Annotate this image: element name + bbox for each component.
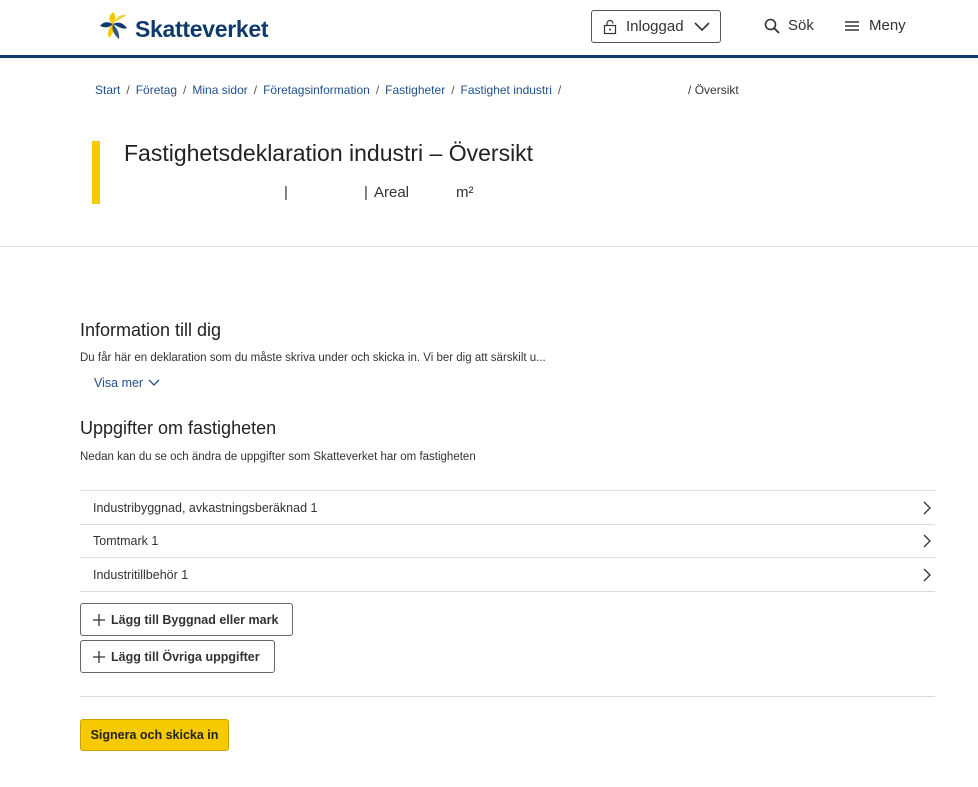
menu-button[interactable]: Meny [845, 17, 906, 34]
list-item-label: Industritillbehör 1 [93, 567, 189, 582]
subtitle-separator: | [364, 184, 368, 201]
breadcrumb: Start / Företag / Mina sidor / Företagsi… [95, 83, 739, 97]
breadcrumb-separator: / [375, 83, 380, 97]
add-building-label: Lägg till Byggnad eller mark [111, 612, 279, 627]
subtitle-areal-label: Areal [374, 184, 410, 201]
site-header: Skatteverket Inloggad Sök Meny [0, 0, 978, 58]
breadcrumb-current-wrap: / Översikt [688, 83, 739, 97]
page-title: Fastighetsdeklaration industri – Översik… [124, 140, 534, 166]
menu-label: Meny [869, 17, 906, 34]
breadcrumb-separator: / [451, 83, 455, 97]
search-label: Sök [788, 17, 814, 34]
breadcrumb-separator: / [183, 83, 187, 97]
chevron-down-icon [694, 21, 710, 31]
hamburger-menu-icon [845, 20, 859, 31]
sign-and-submit-button[interactable]: Signera och skicka in [80, 719, 229, 751]
list-item[interactable]: Tomtmark 1 [80, 525, 935, 558]
search-button[interactable]: Sök [764, 17, 814, 34]
breadcrumb-separator: / [126, 83, 130, 97]
breadcrumb-current: Översikt [694, 83, 739, 97]
property-heading: Uppgifter om fastigheten [80, 418, 277, 438]
breadcrumb-fastighet-industri[interactable]: Fastighet industri [461, 83, 552, 97]
skatteverket-logo[interactable]: Skatteverket [95, 8, 269, 44]
chevron-right-icon [923, 568, 931, 581]
breadcrumb-foretag[interactable]: Företag [136, 83, 177, 97]
breadcrumb-separator: / [688, 83, 692, 97]
logged-in-menu-button[interactable]: Inloggad [591, 10, 721, 43]
list-item-label: Industribyggnad, avkastningsberäknad 1 [93, 500, 318, 515]
breadcrumb-foretagsinformation[interactable]: Företagsinformation [263, 83, 370, 97]
chevron-down-icon [148, 379, 160, 386]
property-list: Industribyggnad, avkastningsberäknad 1 T… [80, 490, 935, 592]
actions-divider [80, 696, 935, 697]
add-building-or-land-button[interactable]: Lägg till Byggnad eller mark [80, 603, 294, 636]
show-more-label: Visa mer [94, 376, 144, 390]
breadcrumb-start[interactable]: Start [95, 83, 120, 97]
chevron-right-icon [923, 534, 931, 548]
user-lock-icon [603, 19, 617, 34]
breadcrumb-fastigheter[interactable]: Fastigheter [385, 83, 445, 97]
add-other-label: Lägg till Övriga uppgifter [111, 649, 260, 664]
title-accent-bar [92, 141, 100, 204]
subtitle-separator: | [284, 184, 288, 201]
list-item[interactable]: Industribyggnad, avkastningsberäknad 1 [80, 491, 935, 525]
add-other-info-button[interactable]: Lägg till Övriga uppgifter [80, 640, 275, 673]
list-item-label: Tomtmark 1 [93, 534, 159, 548]
breadcrumb-mina-sidor[interactable]: Mina sidor [192, 83, 247, 97]
header-divider [0, 246, 978, 247]
skatteverket-logo-icon [100, 12, 127, 39]
show-more-link[interactable]: Visa mer [94, 376, 160, 390]
plus-icon [93, 613, 105, 626]
info-text: Du får här en deklaration som du måste s… [80, 352, 546, 364]
chevron-right-icon [923, 501, 931, 514]
plus-icon [93, 650, 105, 663]
list-item[interactable]: Industritillbehör 1 [80, 558, 935, 592]
subtitle-area-unit: m² [456, 184, 474, 201]
logged-in-label: Inloggad [626, 18, 684, 35]
search-icon [764, 18, 780, 34]
info-heading: Information till dig [80, 320, 222, 340]
breadcrumb-separator: / [557, 83, 562, 97]
breadcrumb-separator: / [253, 83, 258, 97]
property-text: Nedan kan du se och ändra de uppgifter s… [80, 451, 476, 463]
logo-text: Skatteverket [135, 15, 269, 42]
